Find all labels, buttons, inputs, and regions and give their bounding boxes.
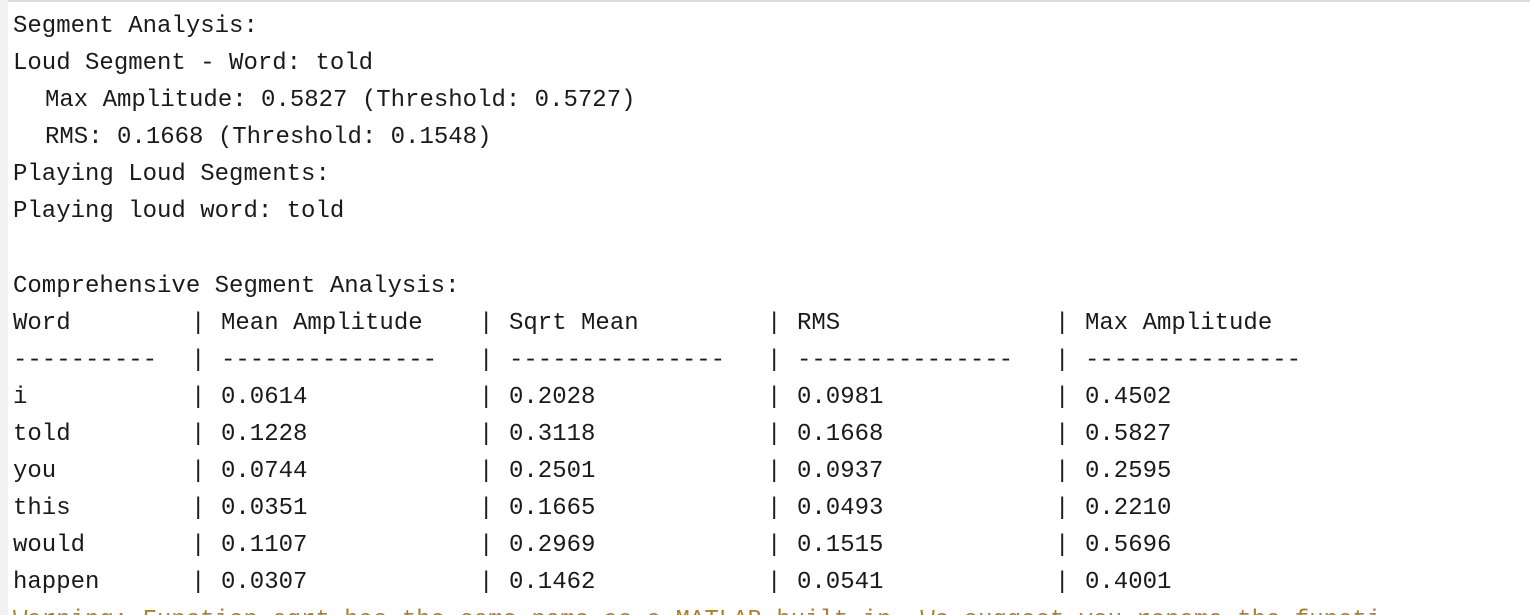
table-cell: 0.4502: [1085, 383, 1172, 411]
comprehensive-header: Comprehensive Segment Analysis:: [13, 272, 460, 300]
table-cell: i: [13, 383, 28, 411]
loud-segment-line: Loud Segment - Word: told: [13, 50, 374, 78]
table-cell: Mean Amplitude: [221, 309, 423, 337]
table-cell: this: [13, 495, 71, 523]
table-cell: 0.1515: [797, 532, 884, 560]
table-cell: ---------------: [509, 346, 726, 374]
column-separator: |: [1055, 532, 1070, 560]
playing-loud-word-line: Playing loud word: told: [13, 198, 345, 226]
column-separator: |: [767, 346, 782, 374]
table-cell: Max Amplitude: [1085, 309, 1273, 337]
table-cell: 0.0541: [797, 569, 884, 597]
table-cell: ---------------: [797, 346, 1014, 374]
column-separator: |: [1055, 309, 1070, 337]
table-cell: 0.3118: [509, 421, 596, 449]
table-cell: would: [13, 532, 86, 560]
column-separator: |: [767, 383, 782, 411]
table-cell: 0.0493: [797, 495, 884, 523]
column-separator: |: [479, 309, 494, 337]
segment-table: Word | Mean Amplitude | Sqrt Mean | RMS | Max Am…: [13, 305, 1530, 602]
table-cell: happen: [13, 569, 100, 597]
table-cell: 0.2595: [1085, 458, 1172, 486]
table-cell: 0.2501: [509, 458, 596, 486]
column-separator: |: [479, 569, 494, 597]
table-row: told | 0.1228 | 0.3118 | 0.1668 | 0.5827: [13, 416, 1530, 453]
column-separator: |: [767, 532, 782, 560]
table-cell: 0.0614: [221, 383, 308, 411]
column-separator: |: [191, 383, 206, 411]
table-cell: 0.2028: [509, 383, 596, 411]
table-cell: told: [13, 421, 71, 449]
table-cell: 0.1228: [221, 421, 308, 449]
table-cell: 0.1668: [797, 421, 884, 449]
table-row: you | 0.0744 | 0.2501 | 0.0937 | 0.2595: [13, 453, 1530, 490]
column-separator: |: [191, 346, 206, 374]
table-cell: RMS: [797, 309, 841, 337]
table-cell: Sqrt Mean: [509, 309, 639, 337]
top-border: [0, 0, 1530, 2]
column-separator: |: [767, 495, 782, 523]
table-divider-row: ---------- | --------------- | -------------…: [13, 342, 1530, 379]
playing-loud-segments-line: Playing Loud Segments:: [13, 161, 330, 189]
column-separator: |: [191, 532, 206, 560]
table-cell: 0.4001: [1085, 569, 1172, 597]
column-separator: |: [479, 346, 494, 374]
table-cell: ---------------: [1085, 346, 1302, 374]
max-amplitude-line: Max Amplitude: 0.5827 (Threshold: 0.5727…: [45, 87, 636, 115]
rms-line: RMS: 0.1668 (Threshold: 0.1548): [45, 124, 492, 152]
table-cell: 0.5827: [1085, 421, 1172, 449]
table-row: i | 0.0614 | 0.2028 | 0.0981 | 0.4502: [13, 379, 1530, 416]
table-row: happen | 0.0307 | 0.1462 | 0.0541 | 0.4001: [13, 564, 1530, 601]
column-separator: |: [1055, 569, 1070, 597]
table-cell: 0.0351: [221, 495, 308, 523]
column-separator: |: [1055, 383, 1070, 411]
column-separator: |: [1055, 458, 1070, 486]
table-row: would | 0.1107 | 0.2969 | 0.1515 | 0.5696: [13, 527, 1530, 564]
table-cell: 0.2969: [509, 532, 596, 560]
table-cell: 0.5696: [1085, 532, 1172, 560]
column-separator: |: [191, 569, 206, 597]
table-cell: 0.0307: [221, 569, 308, 597]
table-cell: 0.1462: [509, 569, 596, 597]
table-cell: 0.0744: [221, 458, 308, 486]
table-cell: Word: [13, 309, 71, 337]
column-separator: |: [191, 495, 206, 523]
table-cell: ---------------: [221, 346, 438, 374]
column-separator: |: [767, 309, 782, 337]
table-header-row: Word | Mean Amplitude | Sqrt Mean | RMS | Max Am…: [13, 305, 1530, 342]
column-separator: |: [767, 458, 782, 486]
column-separator: |: [479, 458, 494, 486]
console-output[interactable]: Segment Analysis: Loud Segment - Word: t…: [13, 8, 1530, 615]
column-separator: |: [1055, 495, 1070, 523]
warning-line: Warning: Function sqrt has the same name…: [13, 602, 1530, 615]
left-gutter: [0, 0, 8, 615]
table-cell: ----------: [13, 346, 158, 374]
column-separator: |: [191, 309, 206, 337]
table-cell: 0.0981: [797, 383, 884, 411]
column-separator: |: [479, 421, 494, 449]
table-cell: 0.1665: [509, 495, 596, 523]
table-cell: 0.2210: [1085, 495, 1172, 523]
segment-analysis-header: Segment Analysis:: [13, 13, 258, 40]
column-separator: |: [767, 421, 782, 449]
column-separator: |: [479, 532, 494, 560]
column-separator: |: [767, 569, 782, 597]
table-cell: 0.0937: [797, 458, 884, 486]
column-separator: |: [479, 495, 494, 523]
column-separator: |: [1055, 346, 1070, 374]
command-window: Segment Analysis: Loud Segment - Word: t…: [0, 0, 1530, 615]
column-separator: |: [191, 458, 206, 486]
table-cell: 0.1107: [221, 532, 308, 560]
table-cell: you: [13, 458, 57, 486]
column-separator: |: [479, 383, 494, 411]
column-separator: |: [191, 421, 206, 449]
column-separator: |: [1055, 421, 1070, 449]
table-row: this | 0.0351 | 0.1665 | 0.0493 | 0.2210: [13, 490, 1530, 527]
